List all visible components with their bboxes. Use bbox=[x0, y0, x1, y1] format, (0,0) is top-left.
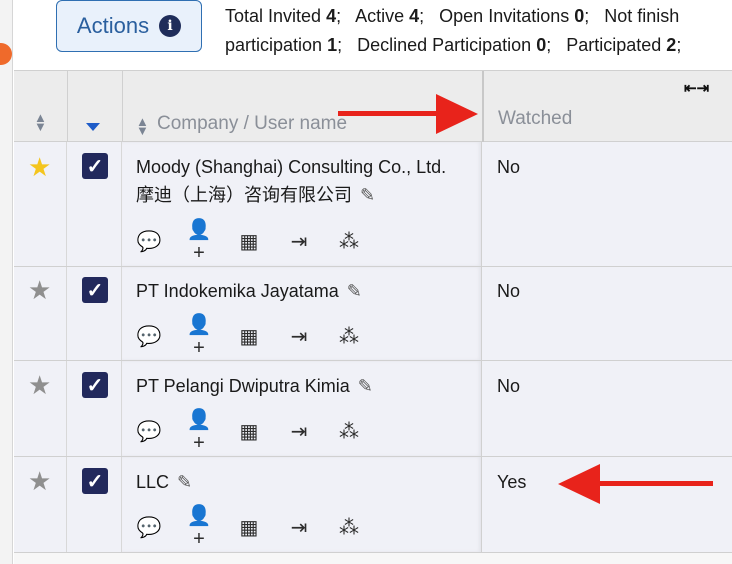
star-outline-icon[interactable]: ★ bbox=[28, 277, 51, 303]
row-checkbox[interactable]: ✓ bbox=[82, 277, 108, 303]
table-row: ★ ✓ PT Pelangi Dwiputra Kimia ✎ 💬 👤+ ▦ ⇥ ⁂ No bbox=[14, 361, 732, 457]
watched-value: No bbox=[497, 281, 521, 301]
column-divider bbox=[122, 71, 123, 143]
header-watched[interactable]: Watched bbox=[498, 108, 572, 130]
edit-pencil-icon[interactable]: ✎ bbox=[358, 372, 373, 400]
row-actions: 💬 👤+ ▦ ⇥ ⁂ bbox=[136, 219, 362, 264]
table-row: ★ ✓ PT Indokemika Jayatama ✎ 💬 👤+ ▦ ⇥ ⁂ No bbox=[14, 267, 732, 361]
annotation-arrow bbox=[598, 481, 713, 486]
add-user-icon[interactable]: 👤+ bbox=[186, 312, 212, 360]
table-header: ▲ ▼ ▲ ▼ Company / User name Watched ⇤⇥ bbox=[14, 70, 732, 143]
edit-pencil-icon[interactable]: ✎ bbox=[177, 468, 192, 496]
company-name: LLC ✎ bbox=[136, 468, 466, 496]
left-panel-edge bbox=[0, 0, 13, 564]
row-actions: 💬 👤+ ▦ ⇥ ⁂ bbox=[136, 409, 362, 454]
row-checkbox[interactable]: ✓ bbox=[82, 372, 108, 398]
column-divider[interactable] bbox=[482, 71, 484, 143]
annotation-arrow-head bbox=[558, 464, 600, 504]
company-name: PT Pelangi Dwiputra Kimia ✎ bbox=[136, 372, 466, 400]
stats-line-1: Total Invited 4; Active 4; Open Invitati… bbox=[225, 6, 680, 26]
header-company[interactable]: Company / User name bbox=[157, 113, 347, 135]
edit-pencil-icon[interactable]: ✎ bbox=[347, 277, 362, 305]
sort-desc-icon[interactable] bbox=[86, 123, 100, 131]
stats-line-2: participation 1; Declined Participation … bbox=[225, 35, 682, 55]
watched-value: No bbox=[497, 376, 521, 396]
chat-icon[interactable]: 💬 bbox=[136, 419, 162, 444]
login-icon[interactable]: ⇥ bbox=[286, 229, 312, 254]
group-icon[interactable]: ⁂ bbox=[336, 324, 362, 349]
star-outline-icon[interactable]: ★ bbox=[28, 372, 51, 398]
company-name: PT Indokemika Jayatama ✎ bbox=[136, 277, 466, 305]
actions-button-label: Actions bbox=[76, 13, 150, 38]
chat-icon[interactable]: 💬 bbox=[136, 515, 162, 540]
table-row bbox=[14, 553, 732, 564]
table-row: ★ ✓ LLC ✎ 💬 👤+ ▦ ⇥ ⁂ Yes bbox=[14, 457, 732, 553]
company-name: Moody (Shanghai) Consulting Co., Ltd. 摩迪… bbox=[136, 153, 466, 209]
chat-icon[interactable]: 💬 bbox=[136, 229, 162, 254]
edit-pencil-icon[interactable]: ✎ bbox=[360, 181, 375, 209]
row-actions: 💬 👤+ ▦ ⇥ ⁂ bbox=[136, 505, 362, 550]
row-checkbox[interactable]: ✓ bbox=[82, 153, 108, 179]
star-filled-icon[interactable]: ★ bbox=[28, 154, 51, 180]
sort-icon[interactable]: ▲ ▼ bbox=[34, 111, 47, 133]
watched-value: No bbox=[497, 157, 521, 177]
expand-column-icon[interactable]: ⇤⇥ bbox=[684, 79, 709, 97]
column-divider bbox=[67, 71, 68, 143]
add-user-icon[interactable]: 👤+ bbox=[186, 217, 212, 265]
login-icon[interactable]: ⇥ bbox=[286, 515, 312, 540]
row-checkbox[interactable]: ✓ bbox=[82, 468, 108, 494]
invitation-stats: Total Invited 4; Active 4; Open Invitati… bbox=[225, 2, 732, 60]
star-outline-icon[interactable]: ★ bbox=[28, 468, 51, 494]
actions-button[interactable]: Actions i bbox=[56, 0, 202, 52]
buildings-icon[interactable]: ▦ bbox=[236, 515, 262, 540]
watched-value: Yes bbox=[497, 472, 527, 492]
chat-icon[interactable]: 💬 bbox=[136, 324, 162, 349]
info-icon: i bbox=[159, 15, 182, 37]
buildings-icon[interactable]: ▦ bbox=[236, 324, 262, 349]
toolbar: Actions i Total Invited 4; Active 4; Ope… bbox=[14, 0, 732, 70]
group-icon[interactable]: ⁂ bbox=[336, 419, 362, 444]
row-actions: 💬 👤+ ▦ ⇥ ⁂ bbox=[136, 314, 362, 359]
sort-icon[interactable]: ▲ ▼ bbox=[136, 115, 149, 137]
annotation-arrow bbox=[338, 111, 438, 116]
buildings-icon[interactable]: ▦ bbox=[236, 229, 262, 254]
table-row: ★ ✓ Moody (Shanghai) Consulting Co., Ltd… bbox=[14, 142, 732, 267]
login-icon[interactable]: ⇥ bbox=[286, 419, 312, 444]
add-user-icon[interactable]: 👤+ bbox=[186, 503, 212, 551]
buildings-icon[interactable]: ▦ bbox=[236, 419, 262, 444]
annotation-arrow-head bbox=[436, 94, 478, 134]
group-icon[interactable]: ⁂ bbox=[336, 229, 362, 254]
add-user-icon[interactable]: 👤+ bbox=[186, 407, 212, 455]
login-icon[interactable]: ⇥ bbox=[286, 324, 312, 349]
group-icon[interactable]: ⁂ bbox=[336, 515, 362, 540]
